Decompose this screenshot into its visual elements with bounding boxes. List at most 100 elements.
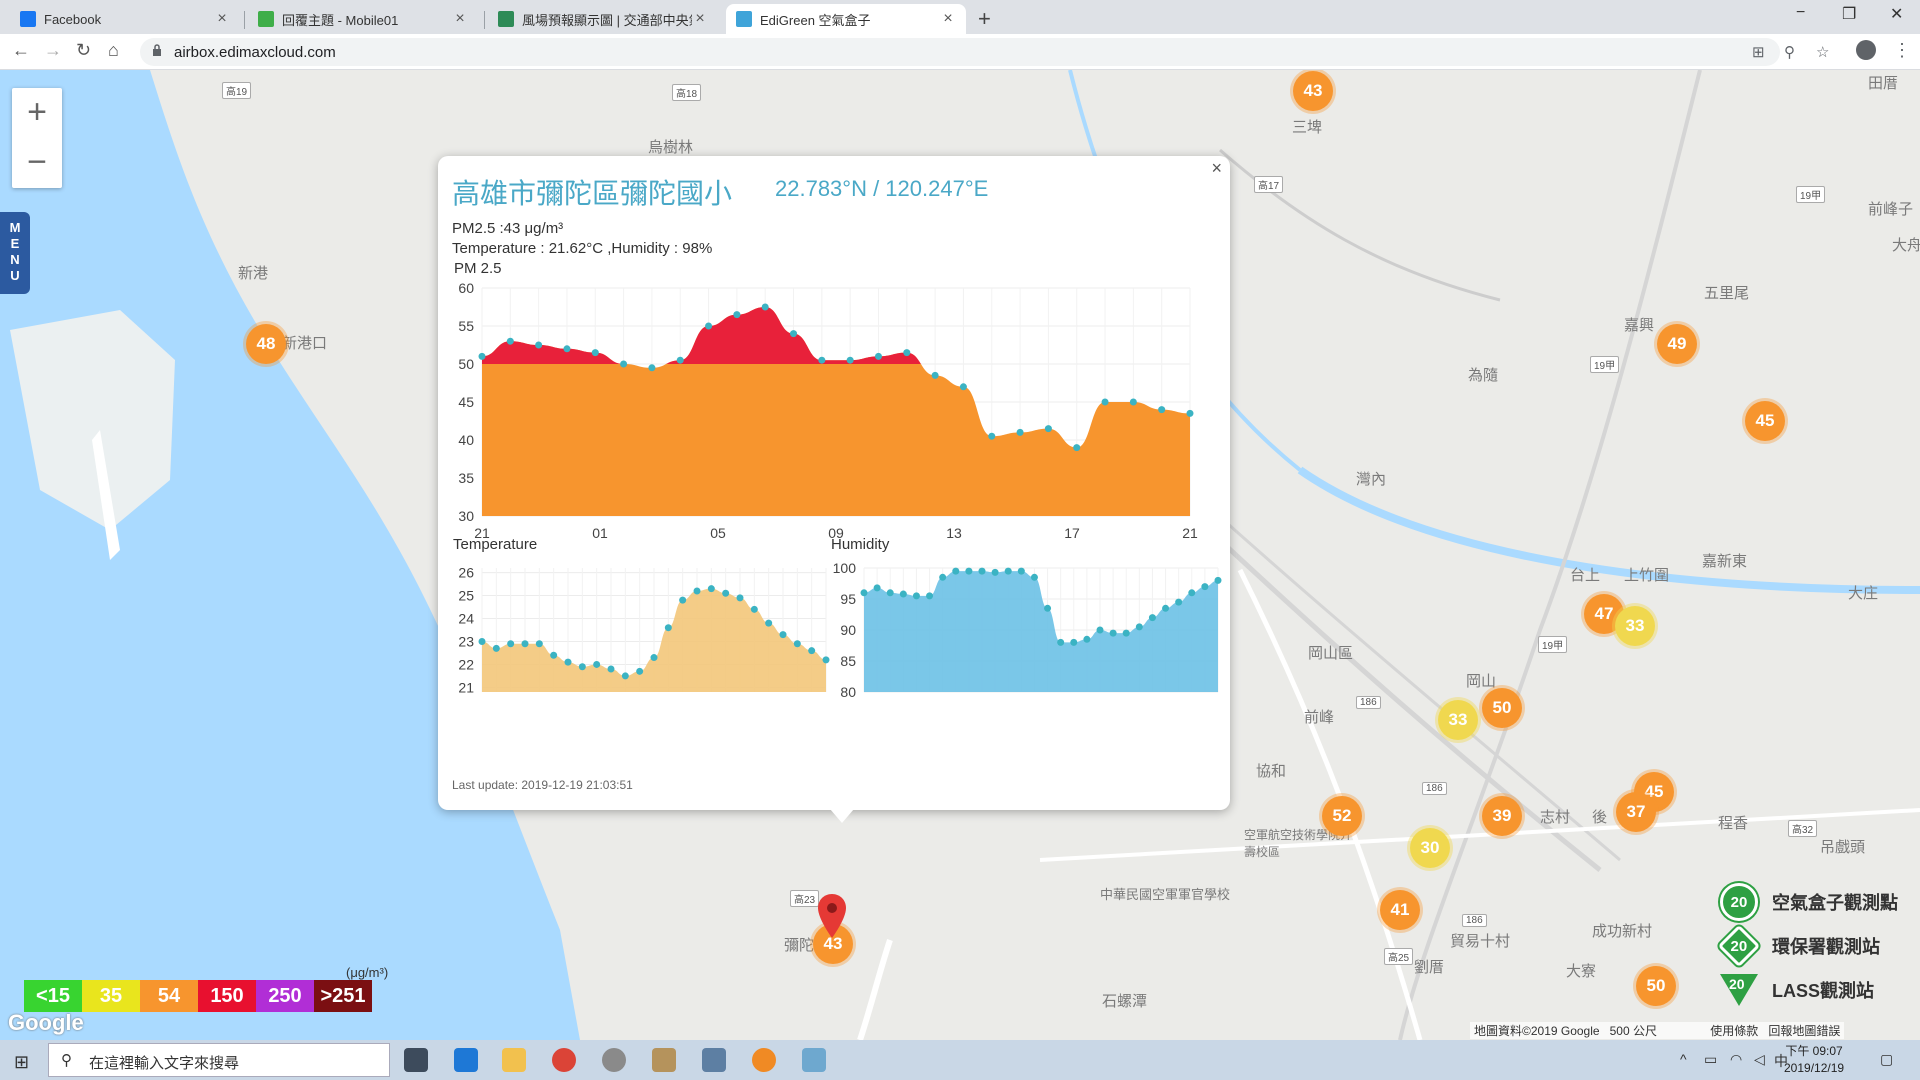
airbox-marker[interactable]: 48	[246, 324, 286, 364]
y-tick-label: 25	[458, 588, 474, 604]
close-tab-icon[interactable]: ×	[452, 10, 468, 28]
system-clock[interactable]: 下午 09:07 2019/12/19	[1784, 1043, 1844, 1077]
close-tab-icon[interactable]: ×	[214, 10, 230, 28]
close-popup-button[interactable]: ×	[1211, 158, 1222, 179]
tab-cwb[interactable]: 風場預報顯示圖 | 交通部中央氣象 ×	[488, 4, 718, 34]
home-icon[interactable]: ⌂	[108, 40, 119, 61]
menu-button[interactable]: MENU	[0, 212, 30, 294]
url-text: airbox.edimaxcloud.com	[174, 44, 336, 61]
bookmark-star-icon[interactable]: ☆	[1816, 43, 1829, 61]
mobile01-icon	[258, 11, 274, 27]
airbox-marker[interactable]: 50	[1482, 688, 1522, 728]
minimize-icon[interactable]: −	[1796, 4, 1805, 22]
airbox-marker[interactable]: 49	[1657, 324, 1697, 364]
reload-icon[interactable]: ↻	[76, 40, 91, 61]
legend-lass[interactable]: 20 LASS觀測站	[1720, 968, 1920, 1012]
data-point	[793, 640, 801, 648]
taskbar-search[interactable]: ⚲ 在這裡輸入文字來搜尋	[48, 1043, 390, 1077]
app-icon[interactable]	[802, 1048, 826, 1072]
terms-link[interactable]: 使用條款	[1710, 1024, 1758, 1038]
map-label: 前峰	[1304, 709, 1335, 726]
data-point	[873, 584, 881, 592]
restore-icon[interactable]: ❐	[1842, 4, 1856, 24]
volume-icon[interactable]: ◁	[1754, 1051, 1765, 1068]
chrome-icon[interactable]	[552, 1048, 576, 1072]
zoom-out-button[interactable]: −	[12, 138, 62, 188]
map-label: 灣內	[1356, 471, 1387, 488]
data-point	[535, 341, 543, 349]
airbox-marker[interactable]: 45	[1745, 401, 1785, 441]
translate-icon[interactable]: ⊞	[1752, 43, 1765, 61]
epa-station-icon: 20	[1717, 924, 1761, 968]
cwb-icon	[498, 11, 514, 27]
data-point	[886, 589, 894, 597]
y-tick-label: 21	[458, 679, 474, 695]
app-icon[interactable]	[652, 1048, 676, 1072]
airbox-marker[interactable]: 52	[1322, 796, 1362, 836]
road-shield: 186	[1462, 914, 1487, 927]
app-icon[interactable]	[602, 1048, 626, 1072]
data-point	[1070, 638, 1078, 646]
map-label: 吊戲頭	[1820, 839, 1866, 856]
edge-icon[interactable]	[454, 1048, 478, 1072]
station-info-popup: × 高雄市彌陀區彌陀國小 22.783°N / 120.247°E PM2.5 …	[438, 156, 1230, 810]
road-shield: 高19	[222, 82, 252, 99]
data-point	[779, 631, 787, 639]
airbox-marker[interactable]: 43	[1293, 71, 1333, 111]
airbox-marker[interactable]: 33	[1438, 700, 1478, 740]
back-icon[interactable]: ←	[12, 40, 30, 61]
menu-kebab-icon[interactable]: ⋮	[1893, 40, 1911, 61]
data-point	[1073, 444, 1081, 452]
task-view-icon[interactable]	[404, 1048, 428, 1072]
data-point	[978, 567, 986, 575]
notification-icon[interactable]: ▢	[1880, 1051, 1893, 1068]
profile-avatar-icon[interactable]	[1856, 40, 1876, 60]
zoom-in-button[interactable]: +	[12, 88, 62, 138]
blender-icon[interactable]	[752, 1048, 776, 1072]
area-fill	[864, 571, 1218, 692]
report-error-link[interactable]: 回報地圖錯誤	[1768, 1024, 1840, 1038]
data-point	[676, 356, 684, 364]
forward-icon[interactable]: →	[44, 40, 62, 61]
windows-start-icon[interactable]: ⊞	[14, 1052, 29, 1073]
map-label: 新港	[238, 265, 269, 282]
tab-facebook[interactable]: Facebook ×	[10, 4, 240, 34]
map-label: 石螺潭	[1102, 993, 1148, 1010]
file-explorer-icon[interactable]	[502, 1048, 526, 1072]
y-tick-label: 95	[840, 591, 856, 607]
map-label: 三埤	[1292, 119, 1323, 136]
legend-label: LASS觀測站	[1772, 981, 1875, 1001]
pm25-reading: PM2.5 :43 μg/m³	[452, 220, 564, 237]
airbox-marker[interactable]: 30	[1410, 828, 1450, 868]
app-icon[interactable]	[702, 1048, 726, 1072]
x-tick-label: 05	[710, 525, 726, 541]
close-tab-icon[interactable]: ×	[940, 10, 956, 28]
airbox-marker[interactable]: 37	[1616, 792, 1656, 832]
airbox-marker[interactable]: 41	[1380, 890, 1420, 930]
tray-chevron-icon[interactable]: ^	[1680, 1051, 1687, 1067]
tab-edigreen[interactable]: EdiGreen 空氣盒子 ×	[726, 4, 966, 34]
legend-airbox[interactable]: 20 空氣盒子觀測點	[1720, 880, 1920, 924]
data-point	[903, 349, 911, 357]
close-window-icon[interactable]: ✕	[1890, 4, 1903, 24]
zoom-icon[interactable]: ⚲	[1784, 43, 1795, 61]
battery-icon[interactable]: ▭	[1704, 1051, 1717, 1068]
data-point	[705, 322, 713, 330]
tab-separator	[244, 11, 245, 29]
address-bar[interactable]: airbox.edimaxcloud.com ⊞ ⚲ ☆	[140, 38, 1829, 66]
y-tick-label: 22	[458, 656, 474, 672]
location-pin-icon[interactable]	[817, 894, 847, 938]
data-point	[507, 640, 515, 648]
airbox-marker[interactable]: 33	[1615, 606, 1655, 646]
tab-mobile01[interactable]: 回覆主題 - Mobile01 ×	[248, 4, 478, 34]
map-scale[interactable]: 500 公尺	[1610, 1024, 1657, 1038]
airbox-marker[interactable]: 39	[1482, 796, 1522, 836]
legend-epa[interactable]: 20 環保署觀測站	[1717, 924, 1920, 968]
data-point	[1158, 406, 1166, 414]
data-point	[620, 360, 628, 368]
close-tab-icon[interactable]: ×	[692, 10, 708, 28]
wifi-icon[interactable]: ◠	[1730, 1051, 1742, 1068]
new-tab-button[interactable]: +	[978, 6, 991, 32]
data-point	[478, 352, 486, 360]
airbox-marker[interactable]: 50	[1636, 966, 1676, 1006]
